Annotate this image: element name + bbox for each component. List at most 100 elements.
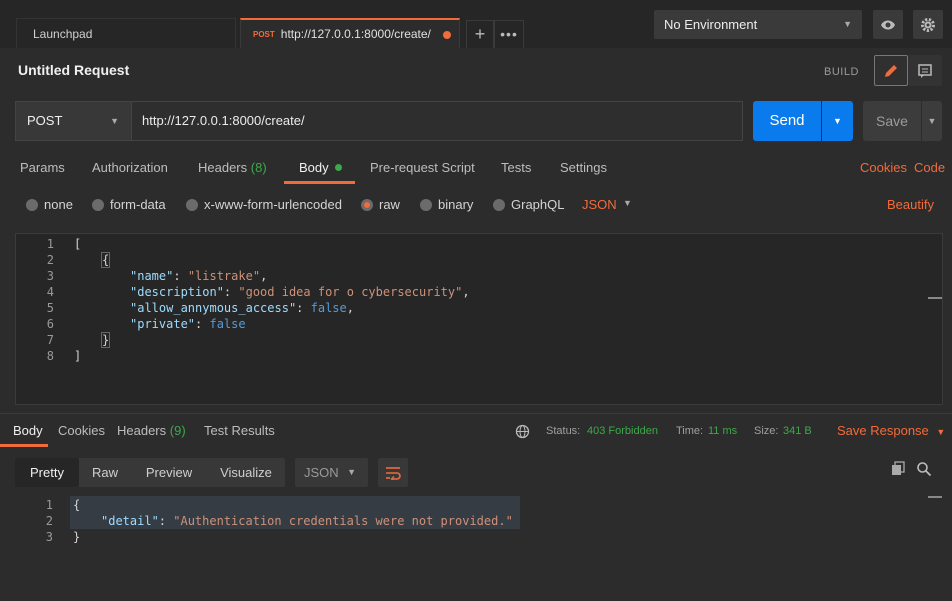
code-line: "description": "good idea for o cybersec… [130,285,470,299]
chevron-down-icon: ▼ [347,467,356,477]
method-select-value: POST [27,113,63,128]
line-number: 6 [46,317,54,331]
response-format-select[interactable]: JSON ▼ [295,458,368,487]
tab-body[interactable]: Body [299,160,342,175]
tab-launchpad[interactable]: Launchpad [16,18,236,48]
unsaved-dot-icon [443,31,451,39]
save-options-button[interactable]: ▼ [922,101,942,141]
json-string: "good idea for o cybersecurity" [238,285,463,299]
ellipsis-icon: ••• [500,26,518,42]
radio-graphql-label: GraphQL [511,197,565,212]
radio-form-data[interactable]: form-data [92,197,166,212]
json-boolean: false [310,301,347,315]
code-line: ] [74,349,82,363]
radio-binary[interactable]: binary [420,197,473,212]
status-label: Status: [546,425,581,437]
globe-icon[interactable] [515,424,530,439]
response-scrollbar[interactable] [928,496,942,498]
code-line: { [73,498,81,512]
time-value[interactable]: 11 ms [708,425,737,437]
editor-scrollbar[interactable] [928,297,942,299]
line-number: 1 [46,237,54,251]
wrap-lines-icon [386,466,401,480]
tab-pre-request-script[interactable]: Pre-request Script [370,160,475,175]
manage-environments-button[interactable] [913,10,943,39]
response-tab-body[interactable]: Body [13,423,43,438]
tab-tests[interactable]: Tests [501,160,531,175]
radio-raw[interactable]: raw [361,197,400,212]
radio-none[interactable]: none [26,197,73,212]
view-raw-button[interactable]: Raw [79,458,131,487]
request-title[interactable]: Untitled Request [18,62,129,78]
beautify-link[interactable]: Beautify [887,197,934,212]
status-value[interactable]: 403 Forbidden [587,425,658,437]
response-tab-headers-count: (9) [169,423,186,438]
more-tabs-button[interactable]: ••• [494,20,524,48]
radio-selected-icon [361,198,373,211]
view-visualize-button[interactable]: Visualize [207,458,285,487]
code-line: "private": false [130,317,246,331]
tab-launchpad-label: Launchpad [33,26,93,41]
search-icon[interactable] [916,461,932,477]
code-link[interactable]: Code [914,160,945,175]
response-tab-cookies[interactable]: Cookies [58,423,105,438]
line-number: 3 [46,269,54,283]
save-response-button[interactable]: Save Response ▼ [837,423,945,438]
response-tab-headers[interactable]: Headers (9) [117,423,186,438]
mode-label: BUILD [824,66,859,78]
size-value[interactable]: 341 B [783,425,812,437]
send-button[interactable]: Send [753,101,821,141]
radio-binary-label: binary [438,197,474,212]
json-key: "private" [130,317,196,331]
plus-icon: + [474,24,486,44]
radio-graphql[interactable]: GraphQL [493,197,564,212]
view-preview-button[interactable]: Preview [131,458,207,487]
line-number: 4 [46,285,54,299]
json-string: "Authentication credentials were not pro… [173,514,513,528]
line-number: 2 [45,514,53,528]
json-key: "description" [130,285,224,299]
comments-button[interactable] [908,55,942,86]
chevron-down-icon: ▼ [833,116,842,126]
active-dot-icon [334,164,342,171]
line-number: 2 [46,253,54,267]
chevron-down-icon: ▼ [927,116,937,126]
send-options-button[interactable]: ▼ [822,101,853,141]
url-input[interactable]: http://127.0.0.1:8000/create/ [131,101,743,141]
save-button[interactable]: Save [863,101,921,141]
wrap-lines-button[interactable] [378,458,408,487]
radio-icon [420,198,432,211]
new-tab-button[interactable]: + [466,20,494,48]
chevron-down-icon[interactable]: ▼ [623,198,632,208]
response-body-viewer[interactable]: 1 2 3 { "detail": "Authentication creden… [15,494,943,594]
tab-request[interactable]: POST http://127.0.0.1:8000/create/ [240,18,460,48]
build-mode-button[interactable] [874,55,908,86]
body-format-select[interactable]: JSON [582,197,617,212]
code-line: [ [74,237,82,251]
request-body-editor[interactable]: 1 2 3 4 5 6 7 8 [ { "name": "listrake", … [15,233,943,405]
tab-headers-count: (8) [250,160,267,175]
code-line: } [100,332,111,348]
view-pretty-button[interactable]: Pretty [15,458,79,487]
time-label: Time: [676,425,704,437]
cookies-link[interactable]: Cookies [860,160,907,175]
copy-icon[interactable] [890,461,906,477]
eye-icon [881,20,895,29]
size-label: Size: [754,425,779,437]
pane-divider[interactable] [0,413,952,414]
tab-params[interactable]: Params [20,160,65,175]
radio-urlencoded[interactable]: x-www-form-urlencoded [186,197,342,212]
tab-settings[interactable]: Settings [560,160,607,175]
response-tab-test-results[interactable]: Test Results [204,423,275,438]
environment-quick-look-button[interactable] [873,10,903,39]
environment-select[interactable]: No Environment ▼ [654,10,862,39]
method-select[interactable]: POST ▼ [15,101,131,141]
active-tab-indicator [0,444,48,447]
tab-headers[interactable]: Headers (8) [198,160,267,175]
json-key: "name" [130,269,174,283]
json-string: "listrake" [187,269,261,283]
code-line: "detail": "Authentication credentials we… [101,514,513,528]
environment-select-value: No Environment [664,17,758,32]
tab-headers-label: Headers [198,160,248,175]
tab-authorization[interactable]: Authorization [92,160,168,175]
